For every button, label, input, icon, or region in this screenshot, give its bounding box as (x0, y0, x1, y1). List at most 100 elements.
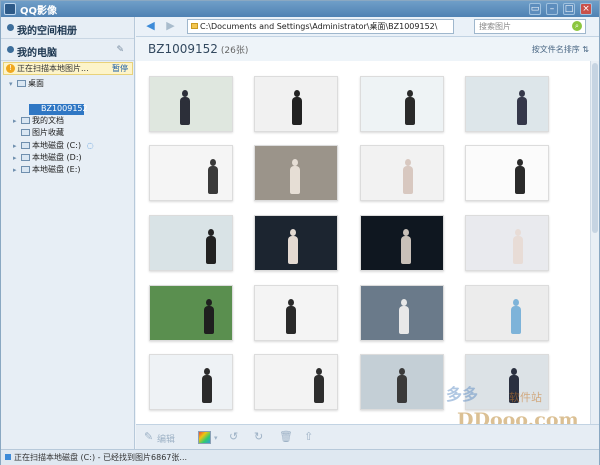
photo-thumbnail[interactable] (254, 215, 338, 271)
photo-subject (399, 299, 409, 334)
photo-thumbnail[interactable] (254, 145, 338, 201)
edit-icon[interactable]: ✎ (144, 430, 153, 443)
photo-subject-head (292, 159, 298, 166)
photo-subject (286, 299, 296, 334)
expand-arrow-icon[interactable]: ▸ (13, 142, 21, 150)
photo-thumbnail[interactable] (360, 285, 444, 341)
color-picker-icon[interactable] (198, 431, 211, 444)
pin-icon[interactable]: ✎ (116, 45, 124, 55)
sort-label: 按文件名排序 (531, 45, 580, 54)
upload-icon[interactable]: ⇧ (304, 430, 313, 443)
search-icon[interactable]: ⌕ (572, 21, 582, 31)
photo-subject (290, 159, 300, 194)
tree-label: 桌面 (28, 79, 44, 88)
space-album-section[interactable]: 我的空间相册 (1, 17, 134, 39)
photo-subject (401, 229, 411, 264)
photo-subject-head (206, 299, 212, 306)
photo-subject-head (288, 299, 294, 306)
photo-thumbnail[interactable] (360, 76, 444, 132)
photo-subject (208, 159, 218, 194)
photo-subject (206, 229, 216, 264)
photo-subject-head (316, 368, 322, 375)
photo-subject-head (204, 368, 210, 375)
path-text: C:\Documents and Settings\Administrator\… (200, 22, 438, 31)
app-logo-icon (4, 3, 16, 15)
tree-item-disk-e[interactable]: ▸ 本地磁盘 (E:) (13, 164, 81, 175)
photo-subject-head (294, 90, 300, 97)
photo-thumbnail[interactable] (465, 76, 549, 132)
photo-thumbnail[interactable] (465, 285, 549, 341)
photo-subject (397, 368, 407, 403)
maximize-button[interactable]: □ (563, 3, 575, 15)
sort-icon: ⇅ (582, 45, 589, 54)
my-computer-label: 我的电脑 (17, 48, 57, 59)
photo-thumbnail[interactable] (465, 145, 549, 201)
photo-subject-head (517, 159, 523, 166)
photo-thumbnail[interactable] (360, 354, 444, 410)
loading-icon: ◌ (86, 141, 94, 150)
scan-notice: ! 正在扫描本地图片... 暂停 (3, 62, 133, 75)
photo-thumbnail[interactable] (254, 76, 338, 132)
tree-label: 本地磁盘 (C:) (32, 141, 82, 150)
photo-subject (515, 159, 525, 194)
sort-dropdown[interactable]: 按文件名排序 ⇅ (532, 44, 589, 55)
tree-item-desktop[interactable]: ▾ 桌面 (9, 78, 44, 89)
minimize-button[interactable]: – (546, 3, 558, 15)
photo-thumbnail[interactable] (254, 354, 338, 410)
photo-thumbnail[interactable] (149, 215, 233, 271)
photo-subject (403, 159, 413, 194)
search-input[interactable]: 搜索图片 (474, 19, 586, 34)
disk-icon (21, 142, 30, 149)
space-album-label: 我的空间相册 (17, 26, 77, 37)
photo-subject (202, 368, 212, 403)
tree-item-selected-folder[interactable]: BZ1009152 (29, 104, 88, 115)
expand-arrow-icon[interactable]: ▾ (9, 80, 17, 88)
folder-icon (21, 117, 30, 124)
close-button[interactable]: × (580, 3, 592, 15)
navigation-toolbar: ◀ ▶ C:\Documents and Settings\Administra… (136, 17, 599, 37)
dropdown-arrow-icon[interactable]: ▾ (214, 434, 218, 442)
photo-subject-head (290, 229, 296, 236)
status-bar: 正在扫描本地磁盘 (C:) - 已经找到图片6867张... (1, 449, 599, 465)
folder-icon (191, 23, 198, 29)
expand-arrow-icon[interactable]: ▸ (13, 117, 21, 125)
pause-scan-link[interactable]: 暂停 (112, 63, 128, 74)
bullet-icon (7, 24, 14, 31)
expand-arrow-icon[interactable]: ▸ (13, 154, 21, 162)
photo-subject-head (405, 159, 411, 166)
my-computer-section[interactable]: 我的电脑 ✎ (1, 39, 134, 61)
app-window: QQ影像 ▭ – □ × 我的空间相册 我的电脑 ✎ ! 正在扫描本地图片...… (0, 0, 600, 465)
vertical-scrollbar[interactable] (590, 61, 599, 424)
back-arrow-icon[interactable]: ◀ (144, 20, 157, 33)
photo-thumbnail[interactable] (360, 145, 444, 201)
tree-item-disk-c[interactable]: ▸ 本地磁盘 (C:) ◌ (13, 140, 94, 151)
photo-thumbnail[interactable] (465, 215, 549, 271)
photo-thumbnail[interactable] (360, 215, 444, 271)
watermark-brand: 多多 (446, 385, 479, 404)
photo-thumbnail[interactable] (149, 354, 233, 410)
delete-icon[interactable]: 🗑 (279, 430, 293, 443)
path-field[interactable]: C:\Documents and Settings\Administrator\… (187, 19, 454, 34)
tree-item-documents[interactable]: ▸ 我的文档 (13, 115, 64, 126)
photo-count: (26张) (220, 46, 249, 56)
forward-arrow-icon[interactable]: ▶ (164, 20, 177, 33)
rotate-left-icon[interactable]: ↺ (229, 430, 238, 443)
edit-button[interactable]: 编辑 (157, 432, 175, 445)
bottom-toolbar: ✎ 编辑 ▾ ↺ ↻ 🗑 ⇧ (136, 424, 599, 449)
photo-subject (292, 90, 302, 125)
tree-item-favorites[interactable]: 图片收藏 (13, 127, 64, 138)
photo-thumbnail[interactable] (149, 285, 233, 341)
photo-subject (517, 90, 527, 125)
tree-item-disk-d[interactable]: ▸ 本地磁盘 (D:) (13, 152, 82, 163)
desktop-icon (17, 80, 26, 87)
thumbnail-grid (136, 61, 590, 424)
rotate-right-icon[interactable]: ↻ (254, 430, 263, 443)
expand-arrow-icon[interactable]: ▸ (13, 166, 21, 174)
photo-thumbnail[interactable] (149, 76, 233, 132)
warning-icon: ! (6, 64, 15, 73)
scrollbar-thumb[interactable] (592, 63, 598, 233)
photo-thumbnail[interactable] (149, 145, 233, 201)
photo-thumbnail[interactable] (254, 285, 338, 341)
photo-subject (405, 90, 415, 125)
skin-button[interactable]: ▭ (529, 3, 541, 15)
